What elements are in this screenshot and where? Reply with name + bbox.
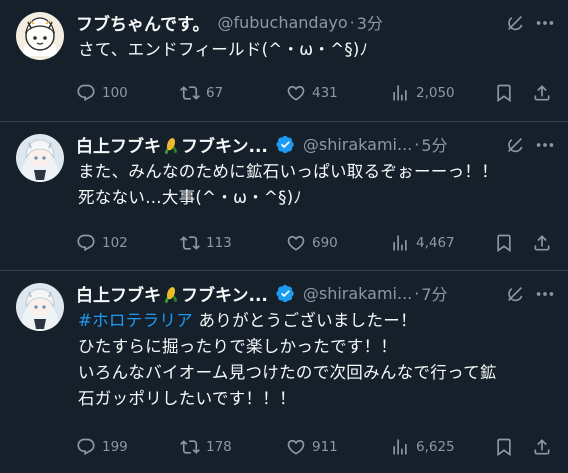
share-icon xyxy=(532,437,552,457)
views-icon xyxy=(390,437,410,457)
tweet-header: 白上フブキ フブキン... @shirakami... · 7分 xyxy=(76,281,568,306)
views-icon xyxy=(390,83,410,103)
timestamp[interactable]: 5分 xyxy=(421,132,447,156)
tweet-actions: 100 67 431 2,050 xyxy=(76,82,556,104)
display-name-part: 白上フブキ xyxy=(76,285,161,306)
tweet-actions: 102 113 690 4,467 xyxy=(76,232,556,254)
share-button[interactable] xyxy=(532,436,552,458)
tweet-text: #ホロテラリア ありがとうございましたー！ ひたすらに掘ったりで楽しかったです！… xyxy=(78,308,558,412)
tweet[interactable]: 白上フブキ フブキン... @shirakami... · 7分 #ホロテラリア … xyxy=(0,271,568,473)
reply-button[interactable]: 100 xyxy=(76,82,128,104)
more-icon[interactable] xyxy=(534,12,556,34)
views-count: 4,467 xyxy=(416,235,455,251)
heart-icon xyxy=(286,83,306,103)
repost-icon xyxy=(180,83,200,103)
bookmark-icon xyxy=(494,83,514,103)
repost-button[interactable]: 67 xyxy=(180,82,223,104)
user-handle[interactable]: @shirakami... xyxy=(303,135,412,154)
repost-icon xyxy=(180,233,200,253)
separator-dot: · xyxy=(414,283,420,303)
tweet[interactable]: 白上フブキ フブキン... @shirakami... · 5分 また、みんなのた… xyxy=(0,122,568,271)
timestamp[interactable]: 7分 xyxy=(421,281,447,305)
tweet-header: 白上フブキ フブキン... @shirakami... · 5分 xyxy=(76,132,568,157)
like-button[interactable]: 911 xyxy=(286,436,338,458)
reply-count: 199 xyxy=(102,439,128,455)
grok-icon[interactable] xyxy=(504,283,526,305)
like-button[interactable]: 690 xyxy=(286,232,338,254)
separator-dot: · xyxy=(414,134,420,154)
bookmark-icon xyxy=(494,233,514,253)
like-count: 431 xyxy=(312,85,338,101)
repost-count: 67 xyxy=(206,85,224,101)
repost-button[interactable]: 113 xyxy=(180,232,232,254)
display-name-part: フブキン... xyxy=(181,136,268,157)
display-name-part: 白上フブキ xyxy=(76,136,161,157)
tweet-actions: 199 178 911 6,625 xyxy=(76,436,556,458)
more-icon[interactable] xyxy=(534,283,556,305)
avatar[interactable] xyxy=(16,134,64,182)
share-button[interactable] xyxy=(532,82,552,104)
display-name-part: フブキン... xyxy=(181,285,268,306)
reply-icon xyxy=(76,233,96,253)
bookmark-button[interactable] xyxy=(494,82,514,104)
user-handle[interactable]: @fubuchandayo xyxy=(217,13,347,32)
repost-count: 113 xyxy=(206,235,232,251)
share-button[interactable] xyxy=(532,232,552,254)
separator-dot: · xyxy=(349,12,355,32)
views-button[interactable]: 6,625 xyxy=(390,436,455,458)
corn-emoji xyxy=(162,137,180,155)
tweet-text: また、みんなのために鉱石いっぱい取るぞぉーーっ！！ 死なない...大事(^・ω・… xyxy=(78,162,498,207)
repost-icon xyxy=(180,437,200,457)
verified-badge-icon[interactable] xyxy=(276,135,295,154)
share-icon xyxy=(532,233,552,253)
heart-icon xyxy=(286,233,306,253)
tweet-text: さて、エンドフィールド(^・ω・^§)ﾉ xyxy=(78,40,369,59)
user-handle[interactable]: @shirakami... xyxy=(303,284,412,303)
views-count: 2,050 xyxy=(416,85,455,101)
reply-count: 102 xyxy=(102,235,128,251)
like-count: 690 xyxy=(312,235,338,251)
share-icon xyxy=(532,83,552,103)
bookmark-icon xyxy=(494,437,514,457)
heart-icon xyxy=(286,437,306,457)
grok-icon[interactable] xyxy=(504,12,526,34)
display-name[interactable]: 白上フブキ フブキン... xyxy=(76,132,268,157)
avatar[interactable] xyxy=(16,12,64,60)
bookmark-button[interactable] xyxy=(494,436,514,458)
reply-button[interactable]: 199 xyxy=(76,436,128,458)
hashtag-link[interactable]: #ホロテラリア xyxy=(78,311,193,330)
reply-count: 100 xyxy=(102,85,128,101)
timeline-feed: フブちゃんです。 @fubuchandayo · 3分 さて、エンドフィールド(… xyxy=(0,0,568,473)
timestamp[interactable]: 3分 xyxy=(357,10,383,34)
display-name[interactable]: フブちゃんです。 xyxy=(76,10,209,35)
like-button[interactable]: 431 xyxy=(286,82,338,104)
repost-count: 178 xyxy=(206,439,232,455)
views-icon xyxy=(390,233,410,253)
views-button[interactable]: 2,050 xyxy=(390,82,455,104)
corn-emoji xyxy=(162,286,180,304)
tweet[interactable]: フブちゃんです。 @fubuchandayo · 3分 さて、エンドフィールド(… xyxy=(0,0,568,122)
avatar[interactable] xyxy=(16,283,64,331)
tweet-header: フブちゃんです。 @fubuchandayo · 3分 xyxy=(76,10,568,35)
like-count: 911 xyxy=(312,439,338,455)
reply-icon xyxy=(76,437,96,457)
display-name[interactable]: 白上フブキ フブキン... xyxy=(76,281,268,306)
reply-icon xyxy=(76,83,96,103)
grok-icon[interactable] xyxy=(504,134,526,156)
repost-button[interactable]: 178 xyxy=(180,436,232,458)
bookmark-button[interactable] xyxy=(494,232,514,254)
more-icon[interactable] xyxy=(534,134,556,156)
views-count: 6,625 xyxy=(416,439,455,455)
verified-badge-icon[interactable] xyxy=(276,284,295,303)
reply-button[interactable]: 102 xyxy=(76,232,128,254)
views-button[interactable]: 4,467 xyxy=(390,232,455,254)
